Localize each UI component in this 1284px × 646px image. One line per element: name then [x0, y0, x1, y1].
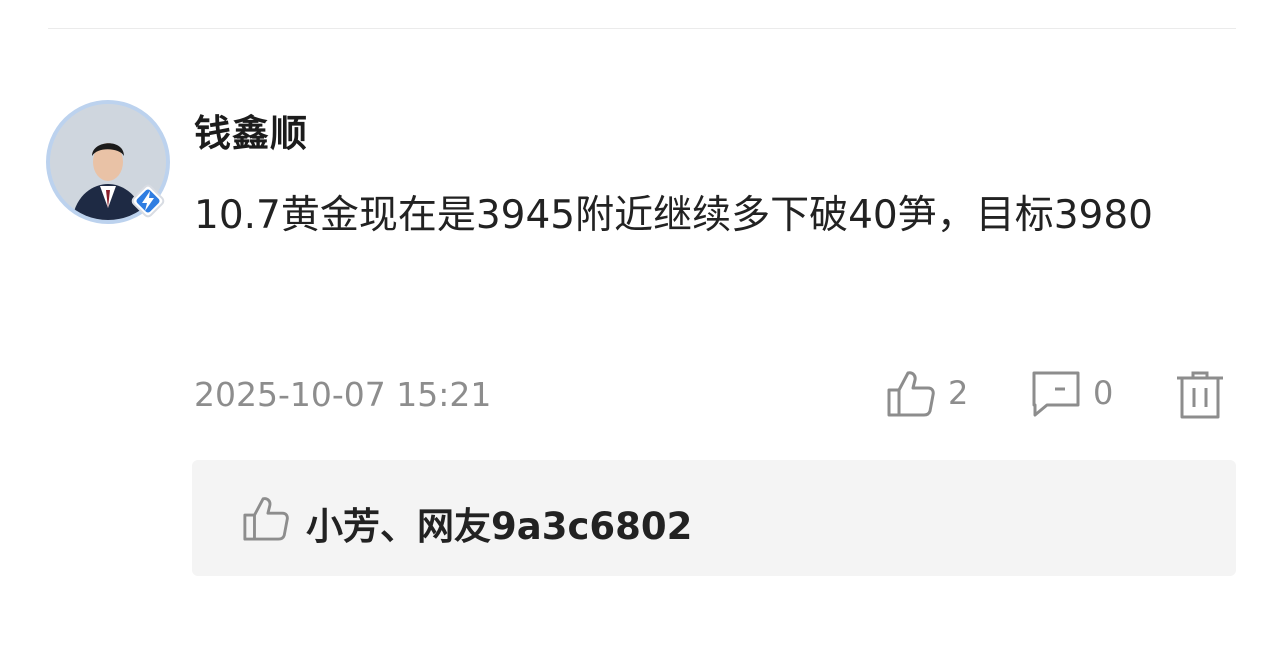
comment-count: 0 — [1093, 374, 1114, 412]
thumbs-up-icon — [243, 497, 289, 541]
thumbs-up-icon — [887, 371, 935, 417]
like-count: 2 — [948, 374, 969, 412]
trash-icon — [1177, 371, 1223, 419]
comment-button[interactable]: 0 — [1031, 368, 1113, 418]
top-divider — [48, 28, 1236, 29]
post-content: 10.7黄金现在是3945附近继续多下破40笋，目标3980 — [194, 193, 1153, 238]
lightning-badge-icon — [131, 184, 165, 218]
username[interactable]: 钱鑫顺 — [194, 103, 308, 157]
delete-button[interactable] — [1175, 370, 1225, 420]
liked-by-names[interactable]: 小芳、网友9a3c6802 — [306, 496, 692, 550]
post-timestamp: 2025-10-07 15:21 — [194, 375, 492, 414]
comment-bubble-icon — [1032, 371, 1080, 417]
likes-list: 小芳、网友9a3c6802 — [192, 460, 1236, 576]
like-button[interactable]: 2 — [886, 368, 968, 418]
